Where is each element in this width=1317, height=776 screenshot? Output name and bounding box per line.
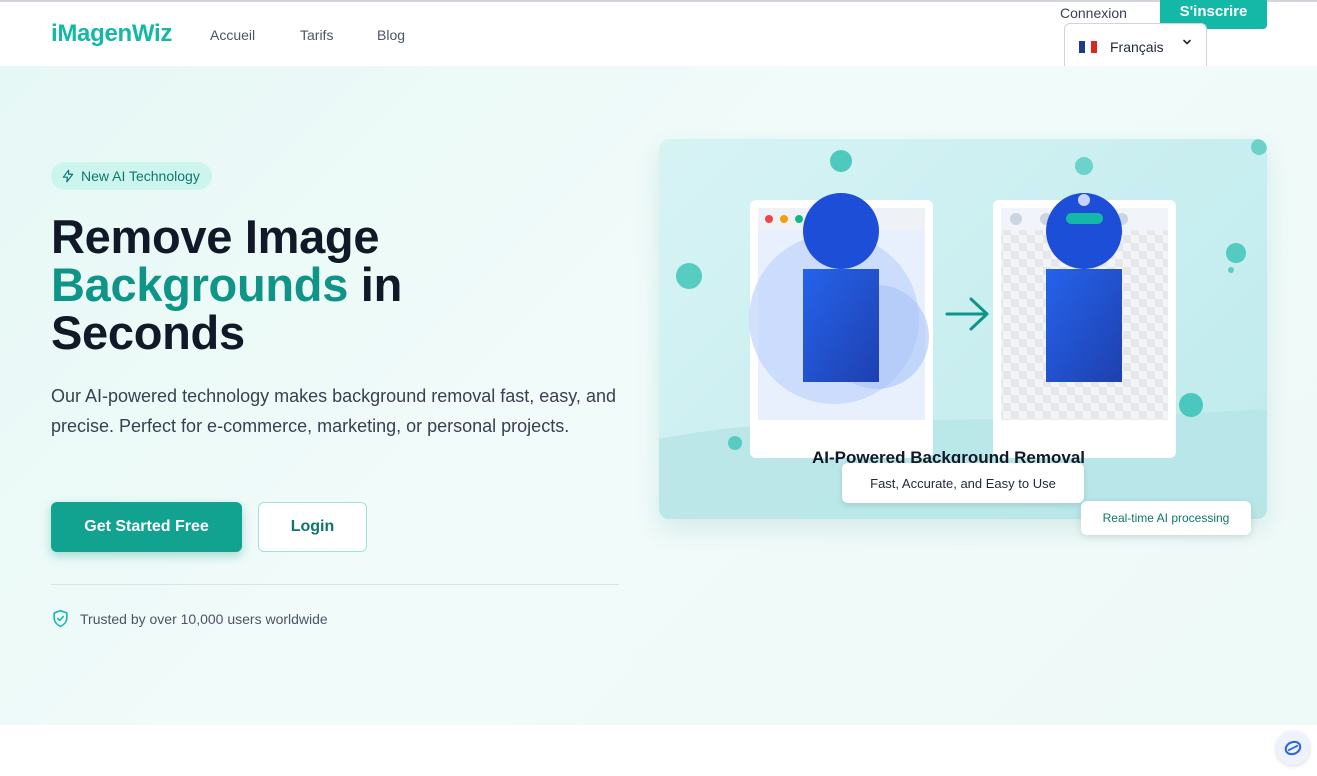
title-line-3: Seconds (51, 306, 245, 359)
after-card (993, 193, 1176, 458)
language-select[interactable]: Français (1064, 23, 1207, 68)
illustration-subtitle: Fast, Accurate, and Easy to Use (842, 463, 1084, 503)
language-label: Français (1110, 39, 1164, 55)
new-tech-badge: New AI Technology (51, 162, 212, 190)
title-after-accent: in (348, 258, 402, 311)
nav-blog[interactable]: Blog (377, 27, 405, 43)
chevron-down-icon (1181, 36, 1193, 51)
trust-row: Trusted by over 10,000 users worldwide (51, 609, 328, 628)
hero-description: Our AI-powered technology makes backgrou… (51, 386, 616, 436)
logo[interactable]: iMagenWiz (51, 20, 172, 48)
chat-widget-button[interactable] (1276, 731, 1310, 765)
flag-fr-icon (1079, 41, 1097, 53)
title-accent: Backgrounds (51, 258, 349, 311)
divider (51, 584, 619, 585)
title-line-1: Remove Image (51, 210, 380, 263)
chat-bubble-icon (1284, 740, 1302, 756)
login-link[interactable]: Connexion (1060, 5, 1127, 21)
badge-text: New AI Technology (81, 168, 200, 184)
trust-text: Trusted by over 10,000 users worldwide (80, 610, 328, 627)
before-card (749, 193, 933, 458)
nav-accueil[interactable]: Accueil (210, 27, 255, 43)
shield-check-icon (53, 609, 68, 628)
realtime-badge: Real-time AI processing (1081, 501, 1251, 535)
site-header: iMagenWiz Accueil Tarifs Blog Connexion … (0, 0, 1317, 68)
hero-title: Remove Image Backgrounds in Seconds (51, 213, 402, 357)
lightning-icon (62, 169, 74, 183)
get-started-button[interactable]: Get Started Free (51, 502, 242, 552)
nav-tarifs[interactable]: Tarifs (300, 27, 333, 43)
hero-login-button[interactable]: Login (258, 502, 367, 552)
arrow-right-icon (945, 297, 989, 331)
